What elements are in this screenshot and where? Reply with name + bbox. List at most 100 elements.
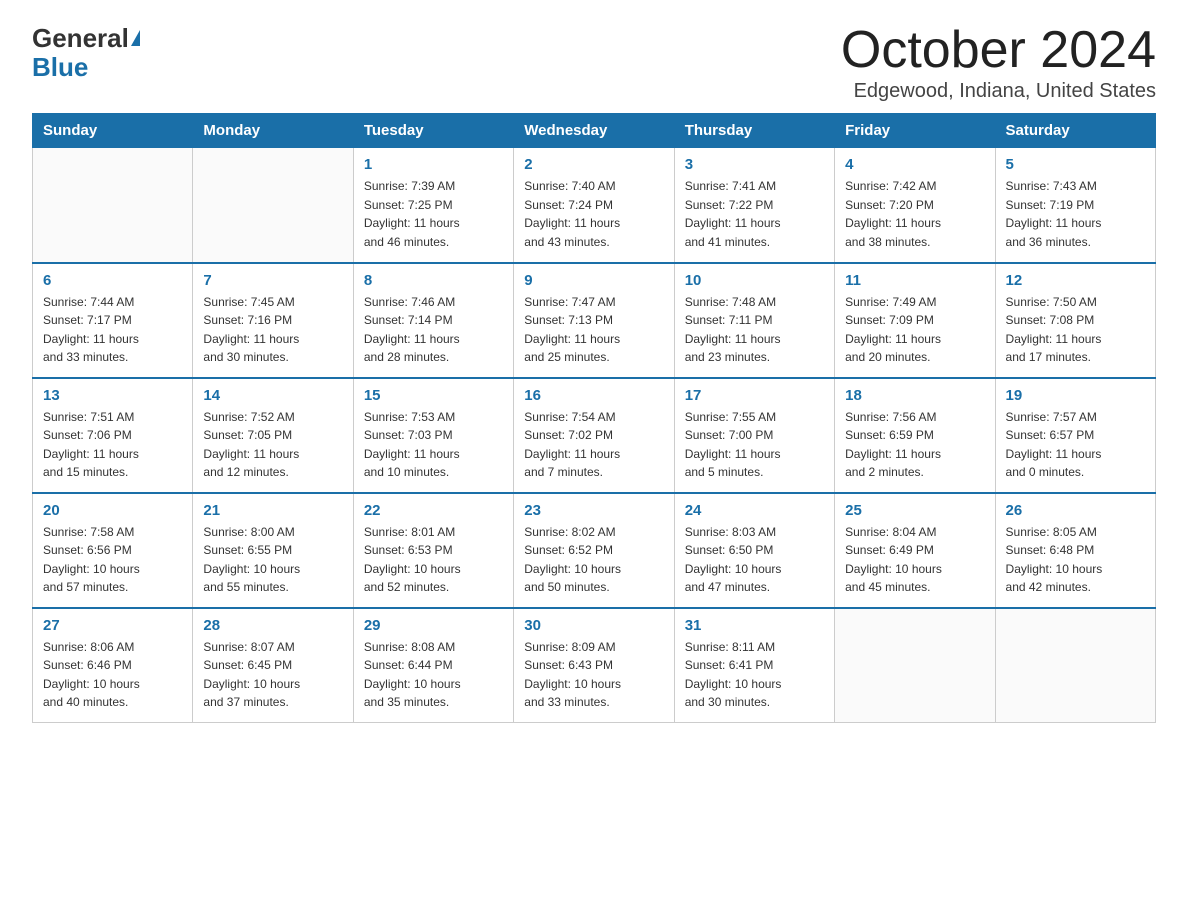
calendar-cell: 16 Sunrise: 7:54 AMSunset: 7:02 PMDayligh…: [514, 378, 674, 493]
title-block: October 2024 Edgewood, Indiana, United S…: [841, 24, 1156, 103]
logo: General Blue: [32, 24, 140, 81]
calendar-cell: 26Sunrise: 8:05 AMSunset: 6:48 PMDayligh…: [995, 493, 1155, 608]
calendar-week-row: 20Sunrise: 7:58 AMSunset: 6:56 PMDayligh…: [33, 493, 1156, 608]
day-info: Sunrise: 7:46 AMSunset: 7:14 PMDaylight:…: [364, 293, 503, 367]
weekday-header-wednesday: Wednesday: [514, 114, 674, 148]
day-number: 25: [845, 502, 984, 519]
day-number: 8: [364, 272, 503, 289]
logo-blue: Blue: [32, 53, 88, 82]
weekday-header-tuesday: Tuesday: [353, 114, 513, 148]
calendar-cell: 12Sunrise: 7:50 AMSunset: 7:08 PMDayligh…: [995, 263, 1155, 378]
calendar-cell: 2 Sunrise: 7:40 AMSunset: 7:24 PMDaylight…: [514, 148, 674, 263]
calendar-cell: 13Sunrise: 7:51 AMSunset: 7:06 PMDayligh…: [33, 378, 193, 493]
day-info: Sunrise: 7:52 AMSunset: 7:05 PMDaylight:…: [203, 408, 342, 482]
weekday-header-sunday: Sunday: [33, 114, 193, 148]
day-info: Sunrise: 7:49 AMSunset: 7:09 PMDaylight:…: [845, 293, 984, 367]
calendar-table: SundayMondayTuesdayWednesdayThursdayFrid…: [32, 113, 1156, 723]
calendar-cell: 24 Sunrise: 8:03 AMSunset: 6:50 PMDayligh…: [674, 493, 834, 608]
day-number: 10: [685, 272, 824, 289]
day-info: Sunrise: 8:09 AMSunset: 6:43 PMDaylight:…: [524, 638, 663, 712]
day-info: Sunrise: 7:43 AMSunset: 7:19 PMDaylight:…: [1006, 177, 1145, 251]
day-number: 2: [524, 156, 663, 173]
day-number: 17: [685, 387, 824, 404]
day-number: 31: [685, 617, 824, 634]
day-number: 11: [845, 272, 984, 289]
day-number: 15: [364, 387, 503, 404]
calendar-cell: 14 Sunrise: 7:52 AMSunset: 7:05 PMDayligh…: [193, 378, 353, 493]
weekday-header-friday: Friday: [835, 114, 995, 148]
day-number: 22: [364, 502, 503, 519]
day-number: 14: [203, 387, 342, 404]
calendar-cell: 20Sunrise: 7:58 AMSunset: 6:56 PMDayligh…: [33, 493, 193, 608]
day-number: 21: [203, 502, 342, 519]
calendar-cell: 19 Sunrise: 7:57 AMSunset: 6:57 PMDayligh…: [995, 378, 1155, 493]
weekday-header-row: SundayMondayTuesdayWednesdayThursdayFrid…: [33, 114, 1156, 148]
day-info: Sunrise: 7:42 AMSunset: 7:20 PMDaylight:…: [845, 177, 984, 251]
calendar-cell: 23 Sunrise: 8:02 AMSunset: 6:52 PMDayligh…: [514, 493, 674, 608]
logo-general: General: [32, 24, 129, 53]
day-number: 28: [203, 617, 342, 634]
day-number: 5: [1006, 156, 1145, 173]
calendar-cell: 1 Sunrise: 7:39 AMSunset: 7:25 PMDaylight…: [353, 148, 513, 263]
day-info: Sunrise: 7:54 AMSunset: 7:02 PMDaylight:…: [524, 408, 663, 482]
calendar-cell: 18 Sunrise: 7:56 AMSunset: 6:59 PMDayligh…: [835, 378, 995, 493]
day-info: Sunrise: 7:55 AMSunset: 7:00 PMDaylight:…: [685, 408, 824, 482]
weekday-header-monday: Monday: [193, 114, 353, 148]
calendar-cell: 29 Sunrise: 8:08 AMSunset: 6:44 PMDayligh…: [353, 608, 513, 723]
calendar-cell: 6Sunrise: 7:44 AMSunset: 7:17 PMDaylight…: [33, 263, 193, 378]
day-number: 12: [1006, 272, 1145, 289]
day-info: Sunrise: 8:03 AMSunset: 6:50 PMDaylight:…: [685, 523, 824, 597]
day-number: 29: [364, 617, 503, 634]
day-info: Sunrise: 8:01 AMSunset: 6:53 PMDaylight:…: [364, 523, 503, 597]
day-info: Sunrise: 7:39 AMSunset: 7:25 PMDaylight:…: [364, 177, 503, 251]
day-info: Sunrise: 7:57 AMSunset: 6:57 PMDaylight:…: [1006, 408, 1145, 482]
calendar-cell: 8 Sunrise: 7:46 AMSunset: 7:14 PMDaylight…: [353, 263, 513, 378]
calendar-cell: 25Sunrise: 8:04 AMSunset: 6:49 PMDayligh…: [835, 493, 995, 608]
calendar-cell: 10Sunrise: 7:48 AMSunset: 7:11 PMDayligh…: [674, 263, 834, 378]
day-number: 4: [845, 156, 984, 173]
day-info: Sunrise: 7:40 AMSunset: 7:24 PMDaylight:…: [524, 177, 663, 251]
calendar-cell: 30 Sunrise: 8:09 AMSunset: 6:43 PMDayligh…: [514, 608, 674, 723]
day-info: Sunrise: 8:00 AMSunset: 6:55 PMDaylight:…: [203, 523, 342, 597]
calendar-cell: 31Sunrise: 8:11 AMSunset: 6:41 PMDayligh…: [674, 608, 834, 723]
day-number: 27: [43, 617, 182, 634]
calendar-week-row: 27 Sunrise: 8:06 AMSunset: 6:46 PMDayligh…: [33, 608, 1156, 723]
day-info: Sunrise: 8:02 AMSunset: 6:52 PMDaylight:…: [524, 523, 663, 597]
day-number: 16: [524, 387, 663, 404]
calendar-cell: [33, 148, 193, 263]
calendar-cell: 21 Sunrise: 8:00 AMSunset: 6:55 PMDayligh…: [193, 493, 353, 608]
day-number: 30: [524, 617, 663, 634]
weekday-header-thursday: Thursday: [674, 114, 834, 148]
day-number: 18: [845, 387, 984, 404]
day-number: 19: [1006, 387, 1145, 404]
calendar-cell: 4 Sunrise: 7:42 AMSunset: 7:20 PMDaylight…: [835, 148, 995, 263]
day-info: Sunrise: 7:53 AMSunset: 7:03 PMDaylight:…: [364, 408, 503, 482]
calendar-cell: 7 Sunrise: 7:45 AMSunset: 7:16 PMDaylight…: [193, 263, 353, 378]
calendar-week-row: 1 Sunrise: 7:39 AMSunset: 7:25 PMDaylight…: [33, 148, 1156, 263]
calendar-cell: 15 Sunrise: 7:53 AMSunset: 7:03 PMDayligh…: [353, 378, 513, 493]
day-info: Sunrise: 7:45 AMSunset: 7:16 PMDaylight:…: [203, 293, 342, 367]
day-number: 24: [685, 502, 824, 519]
day-number: 7: [203, 272, 342, 289]
day-info: Sunrise: 8:08 AMSunset: 6:44 PMDaylight:…: [364, 638, 503, 712]
calendar-cell: 17 Sunrise: 7:55 AMSunset: 7:00 PMDayligh…: [674, 378, 834, 493]
calendar-cell: 3 Sunrise: 7:41 AMSunset: 7:22 PMDaylight…: [674, 148, 834, 263]
day-info: Sunrise: 8:05 AMSunset: 6:48 PMDaylight:…: [1006, 523, 1145, 597]
day-info: Sunrise: 7:41 AMSunset: 7:22 PMDaylight:…: [685, 177, 824, 251]
weekday-header-saturday: Saturday: [995, 114, 1155, 148]
day-number: 23: [524, 502, 663, 519]
day-info: Sunrise: 7:44 AMSunset: 7:17 PMDaylight:…: [43, 293, 182, 367]
logo-triangle-icon: [131, 30, 140, 46]
calendar-cell: 5 Sunrise: 7:43 AMSunset: 7:19 PMDaylight…: [995, 148, 1155, 263]
calendar-week-row: 13Sunrise: 7:51 AMSunset: 7:06 PMDayligh…: [33, 378, 1156, 493]
day-number: 1: [364, 156, 503, 173]
calendar-cell: 28 Sunrise: 8:07 AMSunset: 6:45 PMDayligh…: [193, 608, 353, 723]
day-number: 3: [685, 156, 824, 173]
day-info: Sunrise: 7:56 AMSunset: 6:59 PMDaylight:…: [845, 408, 984, 482]
month-year-title: October 2024: [841, 24, 1156, 76]
day-info: Sunrise: 8:06 AMSunset: 6:46 PMDaylight:…: [43, 638, 182, 712]
day-info: Sunrise: 7:51 AMSunset: 7:06 PMDaylight:…: [43, 408, 182, 482]
calendar-cell: 9Sunrise: 7:47 AMSunset: 7:13 PMDaylight…: [514, 263, 674, 378]
day-info: Sunrise: 8:07 AMSunset: 6:45 PMDaylight:…: [203, 638, 342, 712]
calendar-cell: 22 Sunrise: 8:01 AMSunset: 6:53 PMDayligh…: [353, 493, 513, 608]
